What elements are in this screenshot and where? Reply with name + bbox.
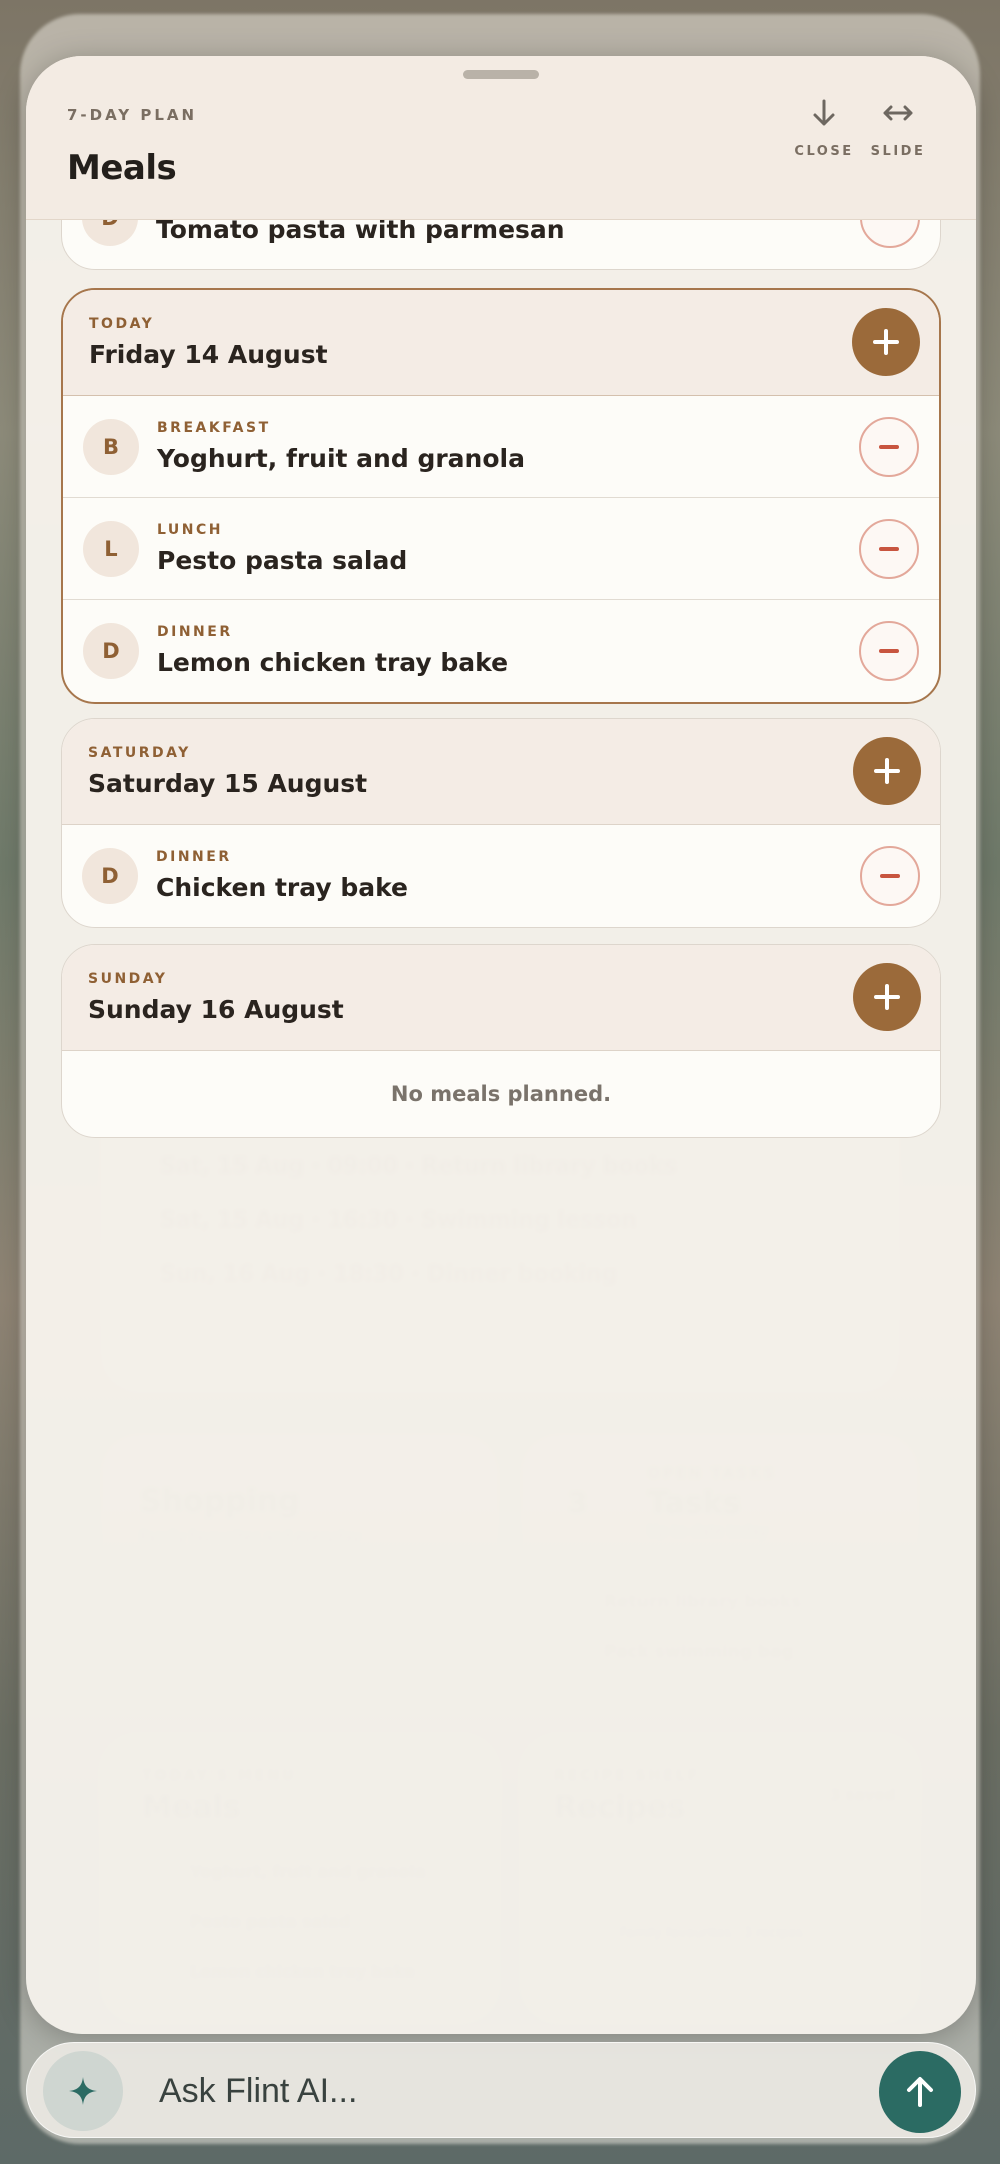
drag-handle[interactable] xyxy=(463,70,539,79)
remove-meal-button[interactable] xyxy=(860,846,920,906)
plus-icon xyxy=(874,984,900,1010)
add-meal-button[interactable] xyxy=(852,308,920,376)
meals-sheet: D Tomato pasta with parmesan TODAY Frida… xyxy=(26,56,976,2034)
meal-type: DINNER xyxy=(157,624,233,640)
day-title: Saturday 15 August xyxy=(88,769,368,798)
add-meal-button[interactable] xyxy=(853,737,921,805)
remove-meal-button[interactable] xyxy=(859,621,919,681)
remove-meal-button[interactable] xyxy=(859,519,919,579)
day-eyebrow: TODAY xyxy=(89,316,155,332)
meal-row: L LUNCH Pesto pasta salad xyxy=(63,498,939,600)
meal-name: Pesto pasta salad xyxy=(157,546,408,575)
empty-state-text: No meals planned. xyxy=(390,1082,612,1106)
day-eyebrow: SATURDAY xyxy=(88,745,191,761)
minus-icon xyxy=(879,547,899,551)
minus-icon xyxy=(880,874,900,878)
day-card-saturday: SATURDAY Saturday 15 August D DINNER Chi… xyxy=(61,718,941,928)
add-meal-button[interactable] xyxy=(853,963,921,1031)
ai-sparkle-button[interactable] xyxy=(43,2051,123,2131)
close-button[interactable]: CLOSE xyxy=(784,96,864,176)
ask-ai-bar xyxy=(26,2042,976,2138)
slide-label: SLIDE xyxy=(870,144,926,159)
arrow-down-icon xyxy=(813,99,835,126)
plus-icon xyxy=(874,758,900,784)
remove-meal-button[interactable] xyxy=(859,417,919,477)
meal-type: LUNCH xyxy=(157,522,223,538)
send-button[interactable] xyxy=(879,2051,961,2133)
day-header: SUNDAY Sunday 16 August xyxy=(62,945,940,1051)
meal-avatar: L xyxy=(83,521,139,577)
sparkle-icon xyxy=(69,2077,97,2105)
day-eyebrow: SUNDAY xyxy=(88,971,168,987)
day-card-sunday: SUNDAY Sunday 16 August No meals planned… xyxy=(61,944,941,1138)
meal-avatar: B xyxy=(83,419,139,475)
day-header: SATURDAY Saturday 15 August xyxy=(62,719,940,825)
meal-avatar: D xyxy=(83,623,139,679)
meal-row: D DINNER Lemon chicken tray bake xyxy=(63,600,939,702)
meal-avatar: D xyxy=(82,848,138,904)
day-title: Friday 14 August xyxy=(89,340,328,369)
sheet-header: 7-DAY PLAN Meals CLOSE SLIDE xyxy=(26,56,976,220)
sheet-title: Meals xyxy=(67,148,177,188)
ask-ai-input[interactable] xyxy=(159,2061,819,2121)
minus-icon xyxy=(879,649,899,653)
arrow-up-icon xyxy=(907,2077,933,2107)
meal-name: Lemon chicken tray bake xyxy=(157,648,509,677)
meal-row: D DINNER Chicken tray bake xyxy=(62,825,940,927)
meal-type: DINNER xyxy=(156,849,232,865)
sheet-eyebrow: 7-DAY PLAN xyxy=(67,106,198,124)
arrows-horizontal-icon xyxy=(883,105,913,121)
plus-icon xyxy=(873,329,899,355)
slide-button[interactable]: SLIDE xyxy=(858,96,938,176)
day-title: Sunday 16 August xyxy=(88,995,344,1024)
day-card-today: TODAY Friday 14 August B BREAKFAST Yoghu… xyxy=(61,288,941,704)
minus-icon xyxy=(879,445,899,449)
meal-type: BREAKFAST xyxy=(157,420,271,436)
day-header: TODAY Friday 14 August xyxy=(63,290,939,396)
meal-name: Yoghurt, fruit and granola xyxy=(157,444,525,473)
close-label: CLOSE xyxy=(794,144,854,159)
meal-row: B BREAKFAST Yoghurt, fruit and granola xyxy=(63,396,939,498)
meal-name: Chicken tray bake xyxy=(156,873,409,902)
